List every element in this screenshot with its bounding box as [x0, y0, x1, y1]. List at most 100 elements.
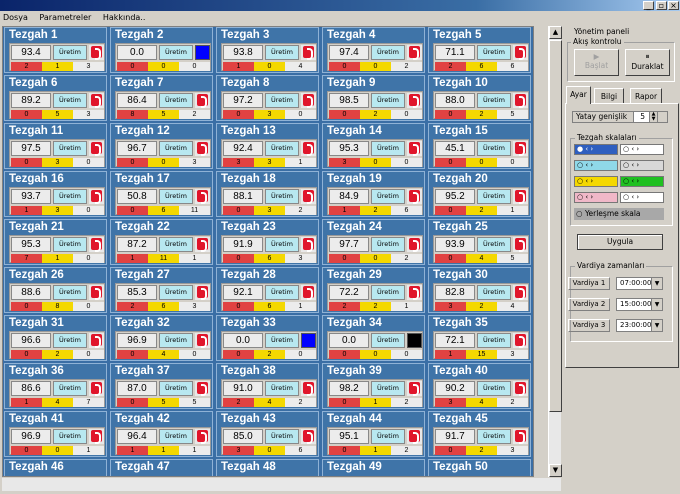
machine-tile[interactable]: Tezgah 33 0.0 Üretim 0 2 0 — [216, 315, 319, 361]
chevron-down-icon[interactable]: ▼ — [651, 320, 662, 331]
machine-tile[interactable]: Tezgah 2 0.0 Üretim 0 0 0 — [110, 27, 213, 73]
machine-tile[interactable]: Tezgah 41 96.9 Üretim 0 0 1 — [4, 411, 107, 457]
machine-tile[interactable]: Tezgah 24 97.7 Üretim 0 0 2 — [322, 219, 425, 265]
menu-file[interactable]: Dosya — [3, 13, 28, 22]
scroll-up-button[interactable]: ▲ — [549, 26, 562, 39]
machine-tile[interactable]: Tezgah 45 91.7 Üretim 0 2 3 — [428, 411, 531, 457]
minimize-button[interactable]: _ — [643, 1, 654, 10]
machine-tile[interactable]: Tezgah 14 95.3 Üretim 3 0 0 — [322, 123, 425, 169]
shift-1-time-select[interactable]: 07:00:00 ▼ — [616, 277, 663, 290]
machine-tile[interactable]: Tezgah 29 72.2 Üretim 2 2 1 — [322, 267, 425, 313]
machine-tile[interactable]: Tezgah 40 90.2 Üretim 3 4 2 — [428, 363, 531, 409]
maximize-button[interactable]: ▫ — [656, 1, 667, 10]
machine-tile[interactable]: Tezgah 8 97.2 Üretim 0 3 0 — [216, 75, 319, 121]
shift-2-time-select[interactable]: 15:00:00 ▼ — [616, 298, 663, 311]
machine-tile[interactable]: Tezgah 20 95.2 Üretim 0 2 1 — [428, 171, 531, 217]
machine-tile[interactable]: Tezgah 28 92.1 Üretim 0 6 1 — [216, 267, 319, 313]
machine-tile[interactable]: Tezgah 26 88.6 Üretim 0 8 0 — [4, 267, 107, 313]
placement-scale-option[interactable]: ○ Yerleşme skala — [574, 208, 664, 220]
machine-tile[interactable]: Tezgah 7 86.4 Üretim 8 5 2 — [110, 75, 213, 121]
tab-report[interactable]: Rapor — [630, 88, 662, 104]
machine-tile[interactable]: Tezgah 39 98.2 Üretim 0 1 2 — [322, 363, 425, 409]
red-counter: 0 — [329, 254, 360, 263]
machine-tile[interactable]: Tezgah 27 85.3 Üretim 2 6 3 — [110, 267, 213, 313]
scale-option-yellow[interactable]: ○ ‹ › — [574, 176, 618, 187]
machine-tile[interactable]: Tezgah 30 82.8 Üretim 3 2 4 — [428, 267, 531, 313]
tab-info[interactable]: Bilgi — [594, 88, 624, 104]
scroll-down-button[interactable]: ▼ — [549, 464, 562, 477]
shift-3-time-select[interactable]: 23:00:00 ▼ — [616, 319, 663, 332]
horizontal-scrollbar[interactable] — [2, 478, 561, 491]
machine-tile[interactable]: Tezgah 32 96.9 Üretim 0 4 0 — [110, 315, 213, 361]
machine-tile[interactable]: Tezgah 50 — [428, 459, 531, 476]
logo-mark — [303, 286, 314, 300]
status-logo-icon — [89, 285, 104, 300]
scroll-thumb[interactable] — [549, 40, 562, 412]
machine-tile[interactable]: Tezgah 22 87.2 Üretim 1 11 1 — [110, 219, 213, 265]
machine-tile[interactable]: Tezgah 42 96.4 Üretim 1 1 1 — [110, 411, 213, 457]
machine-tile[interactable]: Tezgah 16 93.7 Üretim 1 3 0 — [4, 171, 107, 217]
machine-tile[interactable]: Tezgah 43 85.0 Üretim 3 0 6 — [216, 411, 319, 457]
machine-tile[interactable]: Tezgah 46 — [4, 459, 107, 476]
vertical-scrollbar[interactable]: ▲ ▼ — [548, 26, 562, 477]
machine-tile[interactable]: Tezgah 25 93.9 Üretim 0 4 5 — [428, 219, 531, 265]
chevron-down-icon[interactable]: ▼ — [651, 299, 662, 310]
menu-bar: Dosya Parametreler Hakkında.. — [0, 11, 680, 25]
yellow-counter: 2 — [466, 446, 497, 455]
machine-tile[interactable]: Tezgah 9 98.5 Üretim 0 2 0 — [322, 75, 425, 121]
scale-option-white[interactable]: ○ ‹ › — [620, 144, 664, 155]
machine-tile[interactable]: Tezgah 34 0.0 Üretim 0 0 0 — [322, 315, 425, 361]
menu-about[interactable]: Hakkında.. — [103, 13, 146, 22]
machine-name: Tezgah 24 — [327, 221, 382, 233]
machine-tile[interactable]: Tezgah 31 96.6 Üretim 0 2 0 — [4, 315, 107, 361]
machine-tile[interactable]: Tezgah 11 97.5 Üretim 0 3 0 — [4, 123, 107, 169]
machine-tile[interactable]: Tezgah 3 93.8 Üretim 1 0 4 — [216, 27, 319, 73]
machine-tile[interactable]: Tezgah 48 — [216, 459, 319, 476]
efficiency-value: 91.9 — [223, 237, 263, 252]
machine-tile[interactable]: Tezgah 17 50.8 Üretim 0 6 11 — [110, 171, 213, 217]
machine-tile[interactable]: Tezgah 19 84.9 Üretim 1 2 6 — [322, 171, 425, 217]
machine-tile[interactable]: Tezgah 12 96.7 Üretim 0 0 3 — [110, 123, 213, 169]
machine-tile[interactable]: Tezgah 15 45.1 Üretim 0 0 0 — [428, 123, 531, 169]
machine-tile[interactable]: Tezgah 36 86.6 Üretim 1 4 7 — [4, 363, 107, 409]
scale-option-green[interactable]: ○ ‹ › — [620, 176, 664, 187]
machine-name: Tezgah 7 — [115, 77, 164, 89]
scale-option-blue[interactable]: ● ‹ › — [574, 144, 618, 155]
start-button[interactable]: ▶ Başlat — [574, 49, 619, 76]
scale-option-white-2[interactable]: ○ ‹ › — [620, 192, 664, 203]
tab-settings[interactable]: Ayar — [566, 86, 591, 104]
machine-tile[interactable]: Tezgah 35 72.1 Üretim 1 15 3 — [428, 315, 531, 361]
machine-tile[interactable]: Tezgah 6 89.2 Üretim 0 5 3 — [4, 75, 107, 121]
blue-status-indicator — [195, 45, 210, 60]
machine-name: Tezgah 44 — [327, 413, 382, 425]
machine-tile[interactable]: Tezgah 47 — [110, 459, 213, 476]
status-logo-icon — [89, 93, 104, 108]
close-button[interactable]: × — [668, 1, 679, 10]
machine-tile[interactable]: Tezgah 49 — [322, 459, 425, 476]
scale-option-cyan[interactable]: ○ ‹ › — [574, 160, 618, 171]
machine-name: Tezgah 14 — [327, 125, 382, 137]
machine-tile[interactable]: Tezgah 10 88.0 Üretim 0 2 5 — [428, 75, 531, 121]
machine-tile[interactable]: Tezgah 5 71.1 Üretim 2 6 6 — [428, 27, 531, 73]
machine-tile[interactable]: Tezgah 44 95.1 Üretim 0 1 2 — [322, 411, 425, 457]
machine-tile[interactable]: Tezgah 37 87.0 Üretim 0 5 5 — [110, 363, 213, 409]
machine-tile[interactable]: Tezgah 13 92.4 Üretim 3 3 1 — [216, 123, 319, 169]
width-spinner[interactable]: ▲ ▼ — [649, 111, 658, 123]
machine-tile[interactable]: Tezgah 1 93.4 Üretim 2 1 3 — [4, 27, 107, 73]
menu-parameters[interactable]: Parametreler — [39, 13, 91, 22]
scale-option-gray[interactable]: ○ ‹ › — [620, 160, 664, 171]
machine-tile[interactable]: Tezgah 21 95.3 Üretim 7 1 0 — [4, 219, 107, 265]
machine-info-box: 95.3 Üretim 7 1 0 — [9, 235, 105, 263]
machine-name: Tezgah 37 — [115, 365, 170, 377]
chevron-down-icon[interactable]: ▼ — [651, 278, 662, 289]
gray-counter: 1 — [497, 206, 528, 215]
machine-tile[interactable]: Tezgah 4 97.4 Üretim 0 0 2 — [322, 27, 425, 73]
scale-option-pink[interactable]: ○ ‹ › — [574, 192, 618, 203]
pause-button[interactable]: ⏸ Duraklat — [625, 49, 670, 76]
shift-2-label: Vardiya 2 — [568, 298, 610, 311]
machine-tile[interactable]: Tezgah 38 91.0 Üretim 2 4 2 — [216, 363, 319, 409]
red-counter: 1 — [11, 206, 42, 215]
machine-tile[interactable]: Tezgah 18 88.1 Üretim 0 3 2 — [216, 171, 319, 217]
machine-tile[interactable]: Tezgah 23 91.9 Üretim 0 6 3 — [216, 219, 319, 265]
apply-button[interactable]: Uygula — [577, 234, 663, 250]
